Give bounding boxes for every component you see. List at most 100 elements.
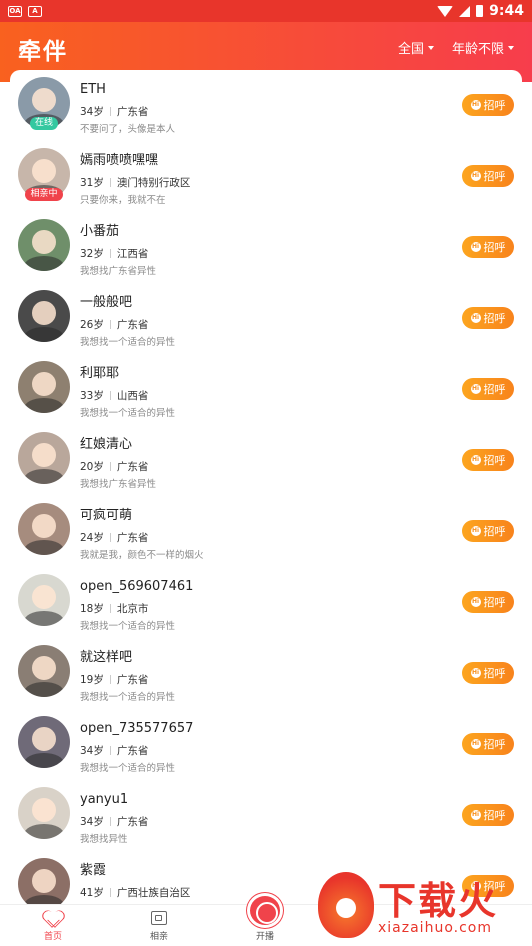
hi-icon: Hi <box>470 242 481 252</box>
greet-button[interactable]: Hi 招呼 <box>462 378 514 400</box>
user-location: 澳门特别行政区 <box>116 176 191 189</box>
meta-divider <box>109 106 111 116</box>
user-row[interactable]: open_569607461 18岁 北京市 我想找一个适合的异性 Hi 招呼 <box>10 567 522 638</box>
user-name: 紫霞 <box>80 863 107 878</box>
user-row[interactable]: 小番茄 32岁 江西省 我想找广东省异性 Hi 招呼 <box>10 212 522 283</box>
watermark-url: xiazaihuo.com <box>378 920 492 936</box>
user-location: 广东省 <box>116 460 149 473</box>
user-meta: 34岁 广东省 <box>80 104 175 118</box>
user-row[interactable]: 就这样吧 19岁 广东省 我想找一个适合的异性 Hi 招呼 <box>10 638 522 709</box>
user-meta: 19岁 广东省 <box>80 672 175 686</box>
tab-blind-date[interactable]: 相亲 <box>106 905 212 946</box>
caret-down-icon <box>427 45 434 50</box>
avatar[interactable] <box>18 432 70 484</box>
user-bio: 我就是我，颜色不一样的烟火 <box>80 550 204 561</box>
user-name: 嫣雨喷喷嘿嘿 <box>80 153 159 168</box>
greet-button[interactable]: Hi 招呼 <box>462 733 514 755</box>
meta-divider <box>109 532 111 542</box>
user-bio: 只要你来，我就不在 <box>80 195 166 206</box>
meta-divider <box>109 248 111 258</box>
user-age: 31岁 <box>80 176 104 189</box>
greet-button[interactable]: Hi 招呼 <box>462 804 514 826</box>
user-bio: 我想找广东省异性 <box>80 479 157 490</box>
avatar-face <box>32 727 56 752</box>
meta-divider <box>109 177 111 187</box>
user-row[interactable]: yanyu1 34岁 广东省 我想找异性 Hi 招呼 <box>10 780 522 851</box>
avatar-body <box>24 682 64 697</box>
avatar-face <box>32 585 56 610</box>
greet-button[interactable]: Hi 招呼 <box>462 520 514 542</box>
greet-button-label: 招呼 <box>483 170 506 183</box>
greet-button[interactable]: Hi 招呼 <box>462 591 514 613</box>
hi-icon: Hi <box>470 739 481 749</box>
user-name: 就这样吧 <box>80 650 133 665</box>
app-notification-icon: OA <box>8 5 22 17</box>
flame-logo-icon <box>318 872 374 938</box>
hi-icon: Hi <box>470 810 481 820</box>
greet-button[interactable]: Hi 招呼 <box>462 307 514 329</box>
user-name: open_735577657 <box>80 721 194 736</box>
user-row[interactable]: 一般般吧 26岁 广东省 我想找一个适合的异性 Hi 招呼 <box>10 283 522 354</box>
meta-divider <box>109 603 111 613</box>
user-age: 41岁 <box>80 886 104 899</box>
user-age: 34岁 <box>80 744 104 757</box>
greet-button[interactable]: Hi 招呼 <box>462 236 514 258</box>
greet-button[interactable]: Hi 招呼 <box>462 662 514 684</box>
avatar[interactable] <box>18 361 70 413</box>
user-list[interactable]: ETH 34岁 广东省 不要问了，头像是本人 Hi 招呼 在线 嫣雨喷喷嘿嘿 3… <box>10 70 522 904</box>
user-info: open_735577657 34岁 广东省 我想找一个适合的异性 <box>80 716 193 774</box>
user-age: 18岁 <box>80 602 104 615</box>
live-record-icon <box>247 893 283 928</box>
greet-button-label: 招呼 <box>483 312 506 325</box>
region-filter[interactable]: 全国 <box>398 38 434 57</box>
tab-home-label: 首页 <box>43 932 62 942</box>
greet-button[interactable]: Hi 招呼 <box>462 94 514 116</box>
user-meta: 20岁 广东省 <box>80 459 156 473</box>
avatar[interactable] <box>18 858 70 904</box>
avatar[interactable] <box>18 645 70 697</box>
user-age: 20岁 <box>80 460 104 473</box>
clock: 9:44 <box>489 3 524 19</box>
hi-icon: Hi <box>470 455 481 465</box>
avatar-face <box>32 159 56 184</box>
user-row[interactable]: 可疯可萌 24岁 广东省 我就是我，颜色不一样的烟火 Hi 招呼 <box>10 496 522 567</box>
tab-live[interactable]: 开播 <box>212 893 318 946</box>
avatar[interactable] <box>18 574 70 626</box>
user-name: yanyu1 <box>80 792 129 807</box>
user-meta: 26岁 广东省 <box>80 317 175 331</box>
avatar-body <box>24 469 64 484</box>
avatar-face <box>32 869 56 894</box>
greet-button[interactable]: Hi 招呼 <box>462 165 514 187</box>
greet-button[interactable]: Hi 招呼 <box>462 449 514 471</box>
card-icon <box>151 911 167 925</box>
age-filter-label: 年龄不限 <box>451 42 504 57</box>
avatar-body <box>24 398 64 413</box>
greet-button-label: 招呼 <box>483 738 506 751</box>
user-location: 江西省 <box>116 247 149 260</box>
user-location: 广东省 <box>116 318 149 331</box>
user-row[interactable]: 利耶耶 33岁 山西省 我想找一个适合的异性 Hi 招呼 <box>10 354 522 425</box>
caret-down-icon <box>508 45 514 50</box>
avatar[interactable] <box>18 219 70 271</box>
user-row[interactable]: ETH 34岁 广东省 不要问了，头像是本人 Hi 招呼 在线 <box>10 70 522 141</box>
user-info: 就这样吧 19岁 广东省 我想找一个适合的异性 <box>80 645 175 703</box>
avatar[interactable] <box>18 716 70 768</box>
greet-button-label: 招呼 <box>483 241 506 254</box>
user-name: 利耶耶 <box>80 366 120 381</box>
user-row[interactable]: open_735577657 34岁 广东省 我想找一个适合的异性 Hi 招呼 <box>10 709 522 780</box>
avatar[interactable] <box>18 290 70 342</box>
hi-icon: Hi <box>470 171 481 181</box>
age-filter[interactable]: 年龄不限 <box>452 38 514 57</box>
avatar[interactable] <box>18 787 70 839</box>
app-title: 牵伴 <box>18 39 68 65</box>
signal-icon <box>459 5 471 17</box>
online-badge: 在线 <box>18 117 70 130</box>
user-row[interactable]: 嫣雨喷喷嘿嘿 31岁 澳门特别行政区 只要你来，我就不在 Hi 招呼 相亲中 <box>10 141 522 212</box>
avatar-body <box>24 824 64 839</box>
notification-icons: OA A <box>8 5 42 17</box>
avatar-body <box>24 611 64 626</box>
user-row[interactable]: 红娘清心 20岁 广东省 我想找广东省异性 Hi 招呼 <box>10 425 522 496</box>
tab-home[interactable]: 首页 <box>0 905 106 946</box>
avatar[interactable] <box>18 503 70 555</box>
avatar-face <box>32 372 56 397</box>
